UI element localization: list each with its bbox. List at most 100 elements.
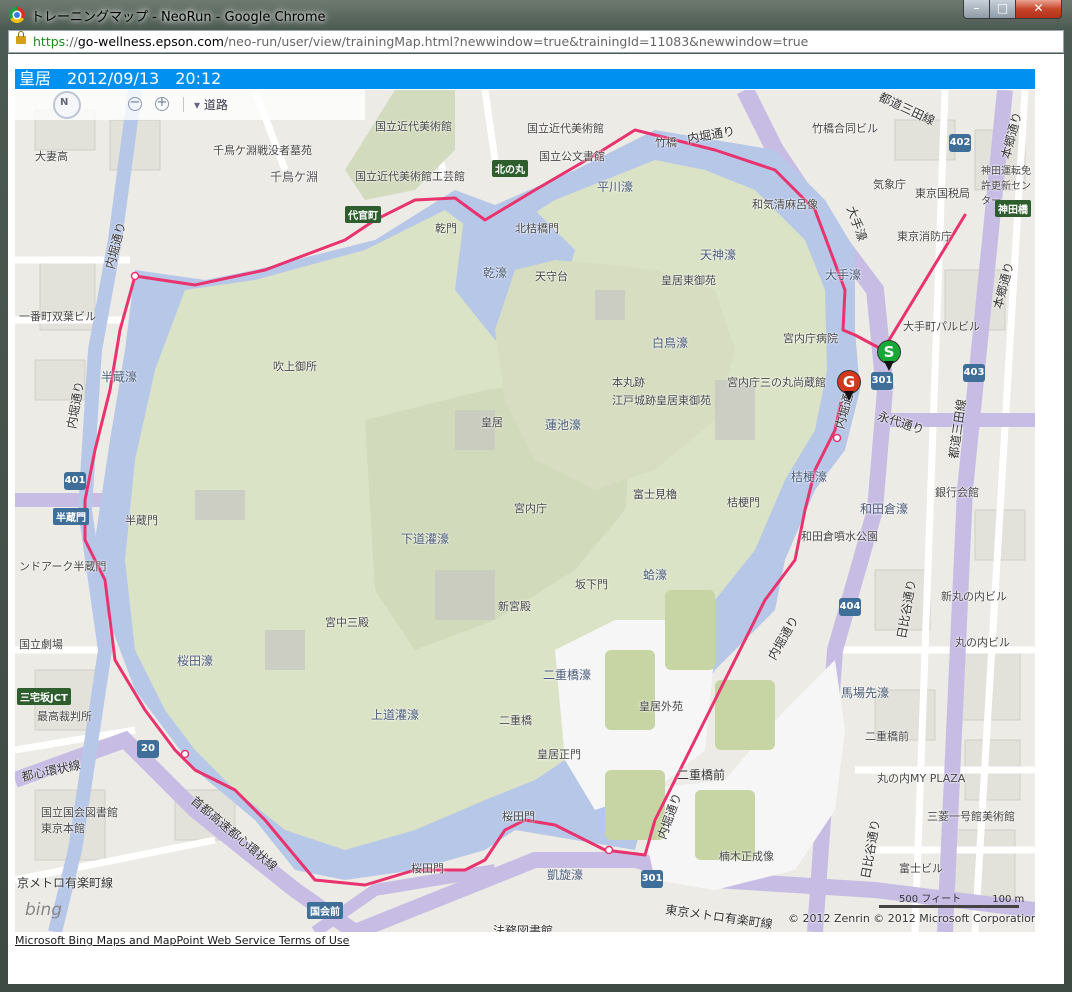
- map-label: 最高裁判所: [37, 710, 92, 723]
- terms-of-use-link[interactable]: Microsoft Bing Maps and MapPoint Web Ser…: [15, 934, 349, 947]
- map-label: 楠木正成像: [719, 850, 774, 863]
- map-label: 千鳥ケ淵戦没者墓苑: [213, 144, 312, 157]
- map-style-dropdown[interactable]: 道路: [194, 96, 228, 113]
- map-label: 富士見櫓: [633, 488, 677, 501]
- map-label: 大妻高: [35, 150, 68, 163]
- url-text[interactable]: https://go-wellness.epson.com/neo-run/us…: [33, 34, 808, 49]
- map-label: 上道灌濠: [371, 708, 420, 722]
- map-label: 天守台: [535, 270, 568, 283]
- map-sign: 代官町: [345, 206, 381, 223]
- map-label: 蛤濠: [643, 568, 668, 582]
- browser-window: トレーニングマップ - NeoRun - Google Chrome – □ ✕…: [0, 0, 1072, 992]
- url-host: go-wellness.epson.com: [77, 34, 224, 49]
- map-label: 宮内庁三の丸尚蔵館: [727, 376, 826, 389]
- map-label: 竹橋: [655, 136, 677, 149]
- title-bar: トレーニングマップ - NeoRun - Google Chrome – □ ✕: [0, 0, 1072, 30]
- map-label: 坂下門: [575, 578, 608, 591]
- training-header: 皇居 2012/09/13 20:12: [15, 69, 1035, 89]
- map-label: 乾門: [435, 222, 457, 235]
- map-copyright: © 2012 Zenrin © 2012 Microsoft Corporati…: [788, 912, 1035, 925]
- map-label: 半蔵門: [125, 514, 158, 527]
- map-label: 和田倉噴水公園: [801, 530, 878, 543]
- map-label: 銀行会館: [935, 486, 979, 499]
- map-label: 北桔橋門: [515, 222, 559, 235]
- map-label: 皇居: [481, 416, 503, 429]
- map-label: 平川濠: [597, 180, 634, 194]
- map-sign: 北の丸: [492, 160, 528, 177]
- map-label: 丸の内MY PLAZA: [877, 772, 966, 785]
- route-shield: 20: [137, 740, 159, 758]
- map-label: 桔梗門: [727, 496, 760, 509]
- compass-control[interactable]: N: [46, 91, 90, 119]
- map-label: 半蔵濠: [101, 370, 138, 384]
- map-label: 新丸の内ビル: [941, 590, 1007, 603]
- minimize-button[interactable]: –: [963, 0, 990, 19]
- map-sign: 三宅坂JCT: [17, 688, 71, 705]
- route-shield: 301: [871, 372, 893, 390]
- map-navbar: N − + 道路: [15, 90, 365, 120]
- zoom-out-button[interactable]: −: [128, 96, 142, 111]
- compass-north-label: N: [60, 97, 69, 108]
- map-label: 皇居東御苑: [661, 274, 716, 287]
- map-label: 江戸城跡皇居東御苑: [612, 394, 711, 407]
- navbar-separator: [183, 97, 184, 112]
- address-bar[interactable]: https://go-wellness.epson.com/neo-run/us…: [8, 30, 1064, 53]
- map-label: 二重橋: [499, 714, 532, 727]
- maximize-button[interactable]: □: [989, 0, 1016, 19]
- url-path: /neo-run/user/view/trainingMap.html?neww…: [224, 34, 809, 49]
- road-label: 法務図書館: [493, 924, 554, 932]
- map-label: 皇居外苑: [639, 700, 683, 713]
- map-label: 桜田門: [502, 810, 535, 823]
- map-label: 桜田濠: [177, 654, 214, 668]
- map-label: 和気清麻呂像: [752, 198, 818, 211]
- route-shield: 403: [963, 364, 985, 382]
- map-label: 千鳥ケ淵: [270, 170, 319, 184]
- training-title: 皇居 2012/09/13 20:12: [19, 69, 222, 88]
- map-label: 二重橋前: [677, 768, 726, 782]
- route-shield: 404: [839, 598, 861, 616]
- close-button[interactable]: ✕: [1015, 0, 1062, 19]
- map-label: 桔梗濠: [791, 470, 828, 484]
- map-label: 竹橋合同ビル: [812, 122, 878, 135]
- map-label: 本丸跡: [612, 376, 645, 389]
- map-label: 和田倉濠: [860, 502, 909, 516]
- chrome-icon: [9, 7, 25, 23]
- map-label: 大手濠: [825, 268, 862, 282]
- map-label: 国立劇場: [19, 638, 63, 651]
- map-label: 凱旋濠: [547, 868, 584, 882]
- map-label: 桜田門: [411, 862, 444, 875]
- map-label: 国立近代美術館工芸館: [355, 170, 465, 183]
- lock-icon: [16, 31, 26, 44]
- route-shield: 301: [641, 870, 663, 888]
- zoom-in-button[interactable]: +: [155, 96, 169, 111]
- map-label: 吹上御所: [273, 360, 317, 373]
- start-marker-icon[interactable]: S: [877, 340, 901, 371]
- scale-left-label: 500 フィート: [899, 894, 962, 905]
- map-label: 新宮殿: [498, 600, 531, 613]
- map-label: 一番町双葉ビル: [19, 310, 96, 323]
- map-label: 国立近代美術館: [527, 122, 604, 135]
- map-sign: 半蔵門: [53, 508, 89, 525]
- map-label: 大手町パルビル: [903, 320, 980, 333]
- map-label: 宮中三殿: [325, 616, 369, 629]
- map-label: 馬場先濠: [841, 686, 890, 700]
- map-sign: 神田橋: [995, 200, 1031, 217]
- route-shield: 401: [64, 472, 86, 490]
- map-label: 丸の内ビル: [955, 636, 1010, 649]
- route-shield: 402: [949, 134, 971, 152]
- goal-marker-icon[interactable]: G: [837, 370, 861, 401]
- map-label: 蓮池濠: [545, 418, 582, 432]
- map-label: 気象庁: [873, 178, 906, 191]
- map-label: 国立近代美術館: [375, 120, 452, 133]
- map-label: 白鳥濠: [652, 336, 689, 350]
- bing-logo: bing: [25, 900, 63, 920]
- window-title: トレーニングマップ - NeoRun - Google Chrome: [31, 10, 326, 25]
- url-scheme: https: [33, 34, 66, 49]
- map-label: 二重橋前: [865, 730, 909, 743]
- map-label: 乾濠: [483, 266, 508, 280]
- scale-right-label: 100 m: [992, 894, 1025, 905]
- scale-bar: 500 フィート 100 m: [879, 890, 1025, 908]
- map-label: ンドアーク半蔵門: [19, 560, 107, 573]
- map-label: 宮内庁: [514, 502, 547, 515]
- map-view[interactable]: N − + 道路 大妻高 千鳥ケ淵戦没者墓苑 千鳥ケ淵 国立近代美術館工芸館 国…: [15, 90, 1035, 932]
